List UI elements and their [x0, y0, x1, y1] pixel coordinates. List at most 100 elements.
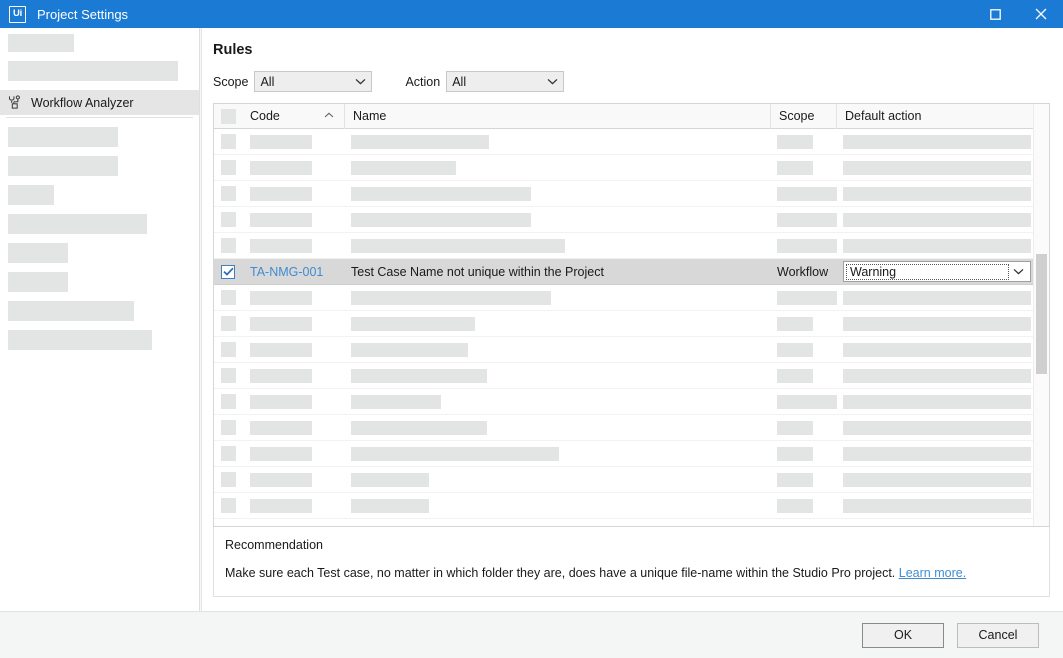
- row-checkbox-cell[interactable]: [214, 389, 242, 415]
- row-checkbox-cell[interactable]: [214, 259, 242, 285]
- sidebar-redacted-item[interactable]: [8, 243, 68, 263]
- row-default-action-redacted[interactable]: [843, 187, 1031, 201]
- row-checkbox[interactable]: [221, 265, 235, 279]
- table-row[interactable]: [214, 285, 1033, 311]
- sidebar-redacted-item[interactable]: [8, 156, 118, 176]
- row-checkbox-cell[interactable]: [214, 493, 242, 519]
- sidebar-redacted-item[interactable]: [8, 272, 68, 292]
- table-row[interactable]: [214, 233, 1033, 259]
- row-default-action-redacted[interactable]: [843, 343, 1031, 357]
- column-header-code[interactable]: Code: [242, 104, 345, 129]
- column-header-scope[interactable]: Scope: [771, 104, 837, 129]
- table-row[interactable]: [214, 311, 1033, 337]
- row-checkbox-redacted[interactable]: [221, 446, 236, 461]
- sidebar-redacted-item[interactable]: [8, 61, 178, 81]
- row-checkbox-redacted[interactable]: [221, 290, 236, 305]
- row-checkbox-redacted[interactable]: [221, 134, 236, 149]
- sidebar-item-workflow-analyzer[interactable]: Workflow Analyzer: [0, 90, 199, 115]
- sidebar-redacted-item[interactable]: [8, 214, 147, 234]
- row-checkbox-cell[interactable]: [214, 233, 242, 259]
- close-button[interactable]: [1018, 0, 1063, 28]
- row-code-cell[interactable]: [242, 155, 345, 181]
- row-checkbox-redacted[interactable]: [221, 498, 236, 513]
- row-code-cell[interactable]: [242, 181, 345, 207]
- table-row[interactable]: [214, 207, 1033, 233]
- row-default-action-cell[interactable]: [837, 285, 1033, 311]
- row-default-action-cell[interactable]: [837, 441, 1033, 467]
- row-checkbox-cell[interactable]: [214, 311, 242, 337]
- row-checkbox-cell[interactable]: [214, 181, 242, 207]
- row-code-cell[interactable]: [242, 467, 345, 493]
- row-default-action-redacted[interactable]: [843, 421, 1031, 435]
- row-checkbox-redacted[interactable]: [221, 368, 236, 383]
- row-default-action-redacted[interactable]: [843, 395, 1031, 409]
- row-default-action-cell[interactable]: [837, 233, 1033, 259]
- row-default-action-redacted[interactable]: [843, 369, 1031, 383]
- row-default-action-redacted[interactable]: [843, 239, 1031, 253]
- table-row[interactable]: [214, 155, 1033, 181]
- row-code-cell[interactable]: [242, 129, 345, 155]
- table-row[interactable]: [214, 441, 1033, 467]
- row-default-action-redacted[interactable]: [843, 213, 1031, 227]
- row-default-action-redacted[interactable]: [843, 473, 1031, 487]
- sidebar-redacted-item[interactable]: [8, 301, 134, 321]
- row-code-cell[interactable]: [242, 441, 345, 467]
- row-default-action-redacted[interactable]: [843, 135, 1031, 149]
- row-checkbox-cell[interactable]: [214, 441, 242, 467]
- row-checkbox-cell[interactable]: [214, 155, 242, 181]
- row-code-cell[interactable]: [242, 493, 345, 519]
- row-checkbox-redacted[interactable]: [221, 238, 236, 253]
- row-checkbox-redacted[interactable]: [221, 342, 236, 357]
- row-checkbox-cell[interactable]: [214, 285, 242, 311]
- row-code-cell[interactable]: TA-NMG-001: [242, 259, 345, 285]
- row-code-link[interactable]: TA-NMG-001: [250, 265, 323, 279]
- row-checkbox-redacted[interactable]: [221, 394, 236, 409]
- row-code-cell[interactable]: [242, 389, 345, 415]
- vertical-scrollbar-thumb[interactable]: [1036, 254, 1047, 374]
- table-row[interactable]: [214, 389, 1033, 415]
- row-default-action-redacted[interactable]: [843, 161, 1031, 175]
- table-row[interactable]: [214, 415, 1033, 441]
- column-header-name[interactable]: Name: [345, 104, 771, 129]
- row-checkbox-redacted[interactable]: [221, 420, 236, 435]
- row-default-action-redacted[interactable]: [843, 447, 1031, 461]
- row-default-action-cell[interactable]: [837, 181, 1033, 207]
- row-default-action-cell[interactable]: [837, 337, 1033, 363]
- row-code-cell[interactable]: [242, 311, 345, 337]
- row-checkbox-cell[interactable]: [214, 467, 242, 493]
- table-row[interactable]: [214, 493, 1033, 519]
- row-checkbox-redacted[interactable]: [221, 186, 236, 201]
- row-default-action-redacted[interactable]: [843, 317, 1031, 331]
- scope-filter-select[interactable]: All: [254, 71, 372, 92]
- select-all-checkbox-redacted[interactable]: [221, 109, 236, 124]
- row-checkbox-redacted[interactable]: [221, 212, 236, 227]
- vertical-scrollbar[interactable]: [1033, 104, 1049, 526]
- row-default-action-redacted[interactable]: [843, 291, 1031, 305]
- row-checkbox-cell[interactable]: [214, 363, 242, 389]
- sidebar-redacted-item[interactable]: [8, 34, 74, 52]
- row-default-action-cell[interactable]: [837, 311, 1033, 337]
- table-row[interactable]: TA-NMG-001Test Case Name not unique with…: [214, 259, 1033, 285]
- sidebar-redacted-item[interactable]: [8, 185, 54, 205]
- table-row[interactable]: [214, 467, 1033, 493]
- row-checkbox-cell[interactable]: [214, 415, 242, 441]
- row-checkbox-redacted[interactable]: [221, 316, 236, 331]
- sidebar-redacted-item[interactable]: [8, 127, 118, 147]
- row-checkbox-redacted[interactable]: [221, 472, 236, 487]
- row-code-cell[interactable]: [242, 207, 345, 233]
- row-checkbox-cell[interactable]: [214, 129, 242, 155]
- action-filter-select[interactable]: All: [446, 71, 564, 92]
- row-code-cell[interactable]: [242, 337, 345, 363]
- select-all-header-cell[interactable]: [214, 104, 242, 129]
- table-row[interactable]: [214, 129, 1033, 155]
- table-row[interactable]: [214, 337, 1033, 363]
- row-default-action-cell[interactable]: [837, 415, 1033, 441]
- maximize-button[interactable]: [973, 0, 1018, 28]
- row-code-cell[interactable]: [242, 233, 345, 259]
- learn-more-link[interactable]: Learn more.: [899, 566, 966, 580]
- column-header-default-action[interactable]: Default action: [837, 104, 1033, 129]
- row-checkbox-redacted[interactable]: [221, 160, 236, 175]
- row-default-action-cell[interactable]: [837, 467, 1033, 493]
- row-code-cell[interactable]: [242, 285, 345, 311]
- row-default-action-cell[interactable]: [837, 207, 1033, 233]
